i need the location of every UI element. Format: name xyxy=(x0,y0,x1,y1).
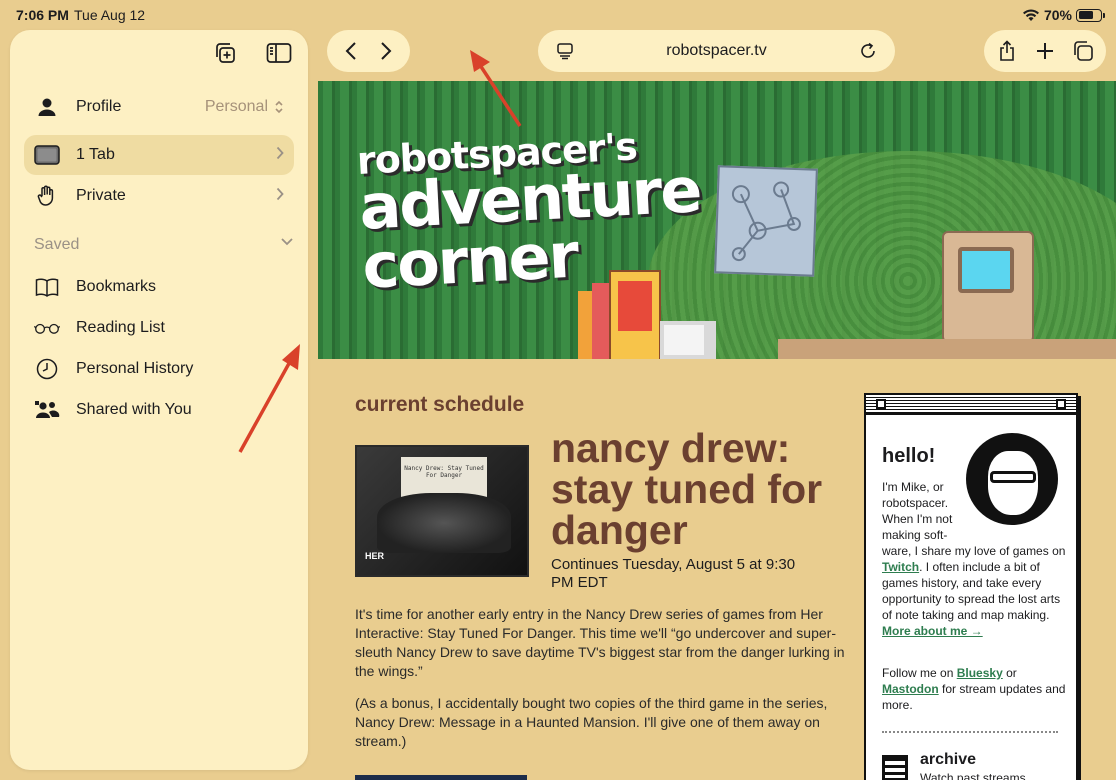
address-bar[interactable]: robotspacer.tv xyxy=(538,30,895,72)
bonus-paragraph: (As a bonus, I accidentally bought two c… xyxy=(355,695,828,749)
person-icon xyxy=(34,97,60,117)
intro-text: I'm Mike, or robotspacer. When I'm not m… xyxy=(882,480,1066,638)
url-text: robotspacer.tv xyxy=(666,42,767,59)
chevron-left-icon xyxy=(345,42,356,60)
saved-section-header[interactable]: Saved xyxy=(34,236,294,254)
new-tab-group-icon[interactable] xyxy=(212,40,238,66)
sidebar-item-shared[interactable]: Shared with You xyxy=(24,390,294,430)
profile-selector[interactable]: Personal xyxy=(205,98,284,116)
typewriter-image xyxy=(377,493,511,553)
about-card: hello! I'm Mike, or robotspacer. When I'… xyxy=(864,393,1078,780)
retro-computer-image xyxy=(942,231,1034,343)
hand-icon xyxy=(34,185,60,207)
back-button[interactable] xyxy=(338,38,364,64)
page-menu-icon[interactable] xyxy=(552,38,578,64)
saved-label: Saved xyxy=(34,236,80,253)
twitch-link[interactable]: Twitch xyxy=(882,560,919,574)
profile-value: Personal xyxy=(204,98,268,115)
profile-label: Profile xyxy=(76,98,122,115)
mastodon-link[interactable]: Mastodon xyxy=(882,682,939,696)
sidebar-item-profile[interactable]: Profile Personal xyxy=(24,87,294,127)
tab-thumbnail-icon xyxy=(34,145,60,165)
people-icon xyxy=(34,400,60,420)
banner-title: robotspacer's adventure corner xyxy=(355,124,703,303)
schedule-time: Continues Tuesday, August 5 at 9:30 PM E… xyxy=(551,556,796,591)
sidebar-top-actions xyxy=(212,40,292,66)
network-poster-image xyxy=(714,165,818,277)
schedule-heading: current schedule xyxy=(355,393,525,416)
sidebar-item-history[interactable]: Personal History xyxy=(24,349,294,389)
battery-icon xyxy=(1076,8,1105,22)
new-tab-icon[interactable] xyxy=(1032,38,1058,64)
wifi-icon xyxy=(1022,9,1039,21)
game-title: nancy drew: stay tuned for danger xyxy=(551,425,823,553)
chevron-up-down-icon xyxy=(275,100,283,114)
archive-heading[interactable]: archive xyxy=(920,751,976,769)
reading-list-label: Reading List xyxy=(76,319,165,336)
navigation-controls xyxy=(327,30,410,72)
status-right: 70% xyxy=(1022,7,1105,23)
web-content: robotspacer's adventure corner current s… xyxy=(318,81,1116,780)
bluesky-link[interactable]: Bluesky xyxy=(957,666,1003,680)
description-paragraph: It's time for another early entry in the… xyxy=(355,606,845,679)
reload-icon[interactable] xyxy=(855,38,881,64)
site-banner[interactable]: robotspacer's adventure corner xyxy=(318,81,1116,359)
game-thumbnail[interactable]: Nancy Drew: Stay Tuned For Danger HER xyxy=(355,445,529,577)
book-icon xyxy=(34,277,60,297)
film-icon xyxy=(882,755,908,780)
next-thumbnail[interactable] xyxy=(355,775,527,780)
archive-subtitle: Watch past streams xyxy=(920,771,1026,780)
glasses-icon xyxy=(34,321,60,335)
chevron-down-icon xyxy=(281,238,293,246)
tab-overview-icon[interactable] xyxy=(1070,38,1096,64)
status-date: Tue Aug 12 xyxy=(74,7,146,23)
sidebar-toggle-icon[interactable] xyxy=(266,40,292,66)
divider xyxy=(882,731,1058,733)
share-icon[interactable] xyxy=(994,38,1020,64)
sidebar-item-tabs[interactable]: 1 Tab xyxy=(24,135,294,175)
forward-button[interactable] xyxy=(373,38,399,64)
chevron-right-icon xyxy=(381,42,392,60)
sidebar-item-private[interactable]: Private xyxy=(24,176,294,216)
status-bar: 7:06 PM Tue Aug 12 70% xyxy=(0,0,1116,30)
more-about-me-link[interactable]: More about me → xyxy=(882,624,983,638)
sidebar-item-reading-list[interactable]: Reading List xyxy=(24,308,294,348)
chevron-right-icon xyxy=(276,146,284,165)
card-close-box-icon xyxy=(876,399,886,409)
clock-icon xyxy=(34,358,60,380)
hello-heading: hello! xyxy=(882,445,936,467)
thumbnail-paper-text: Nancy Drew: Stay Tuned For Danger xyxy=(401,457,487,497)
sidebar: Profile Personal 1 Tab Private Saved Boo… xyxy=(10,30,308,770)
shared-label: Shared with You xyxy=(76,401,192,418)
tabs-label: 1 Tab xyxy=(76,146,115,163)
sidebar-item-bookmarks[interactable]: Bookmarks xyxy=(24,267,294,307)
history-label: Personal History xyxy=(76,360,194,377)
thumbnail-logo: HER xyxy=(365,551,385,561)
battery-percent: 70% xyxy=(1043,7,1072,23)
toolbar-actions xyxy=(984,30,1106,72)
card-zoom-box-icon xyxy=(1056,399,1066,409)
follow-text: Follow me on Bluesky or Mastodon for str… xyxy=(882,666,1066,712)
private-label: Private xyxy=(76,187,126,204)
bookmarks-label: Bookmarks xyxy=(76,278,157,295)
card-titlebar xyxy=(866,395,1076,415)
status-time: 7:06 PM xyxy=(16,7,69,23)
chevron-right-icon xyxy=(276,187,284,206)
